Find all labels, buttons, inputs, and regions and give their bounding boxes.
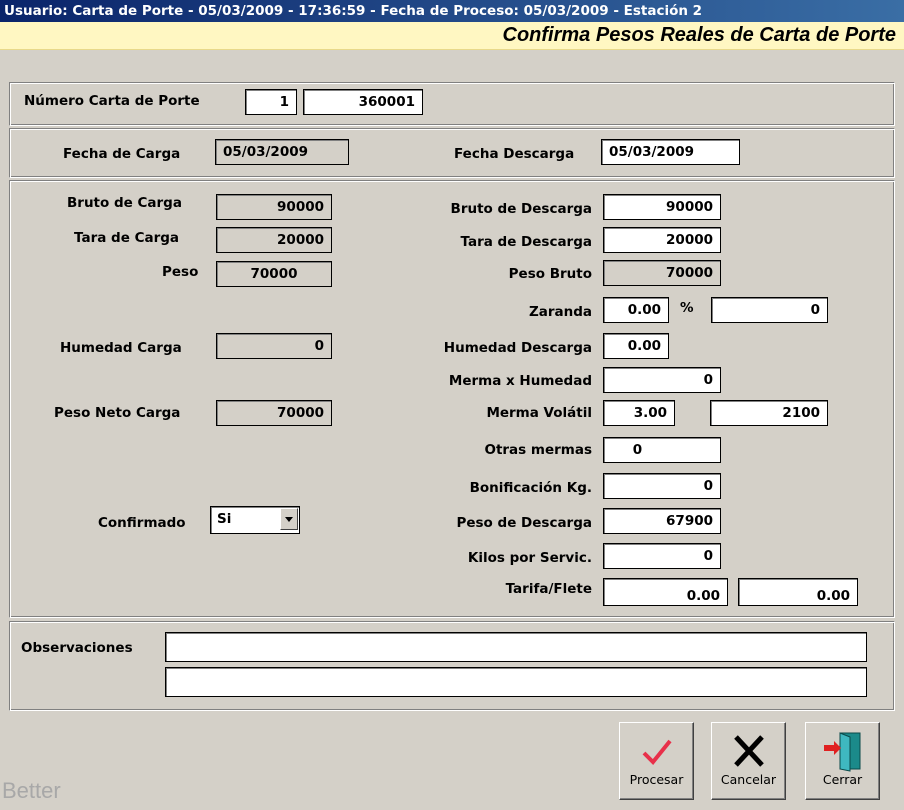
carta-prefix-field[interactable]: 1: [245, 89, 297, 115]
form-title: Confirma Pesos Reales de Carta de Porte: [502, 24, 896, 46]
fecha-descarga-label: Fecha Descarga: [454, 146, 575, 162]
procesar-button[interactable]: Procesar: [619, 722, 694, 800]
bruto-carga-field: 90000: [216, 194, 332, 220]
merma-volatil-kg-field[interactable]: 2100: [710, 400, 828, 426]
bonificacion-field[interactable]: 0: [603, 473, 721, 499]
humedad-descarga-label: Humedad Descarga: [443, 340, 592, 356]
peso-bruto-label: Peso Bruto: [508, 266, 592, 282]
check-icon: [642, 739, 672, 765]
exit-door-icon: [824, 732, 861, 772]
peso-neto-carga-label: Peso Neto Carga: [54, 405, 181, 421]
peso-carga-label: Peso: [162, 264, 199, 280]
observaciones-line2-input[interactable]: [165, 667, 867, 697]
humedad-descarga-field[interactable]: 0.00: [603, 333, 669, 359]
observaciones-label: Observaciones: [21, 640, 133, 656]
fecha-carga-field: 05/03/2009: [215, 139, 349, 165]
peso-carga-field: 70000: [216, 261, 332, 287]
zaranda-kg-field[interactable]: 0: [711, 297, 828, 323]
cerrar-button[interactable]: Cerrar: [805, 722, 880, 800]
peso-descarga-field[interactable]: 67900: [603, 508, 721, 534]
humedad-carga-field: 0: [216, 333, 332, 359]
bonificacion-label: Bonificación Kg.: [469, 480, 592, 496]
observaciones-line1-input[interactable]: [165, 632, 867, 662]
bruto-carga-label: Bruto de Carga: [67, 195, 182, 211]
kilos-servic-label: Kilos por Servic.: [467, 550, 592, 566]
confirmado-value: Si: [217, 511, 232, 527]
carta-label: Número Carta de Porte: [24, 93, 200, 109]
merma-humedad-field[interactable]: 0: [603, 367, 721, 393]
peso-descarga-label: Peso de Descarga: [456, 515, 592, 531]
window-title-bar: Usuario: Carta de Porte - 05/03/2009 - 1…: [0, 0, 904, 22]
procesar-label: Procesar: [629, 772, 684, 787]
tara-carga-label: Tara de Carga: [74, 230, 180, 246]
cerrar-label: Cerrar: [822, 772, 863, 787]
otras-mermas-field[interactable]: 0: [603, 437, 721, 463]
watermark-text: Better: [2, 778, 61, 803]
merma-volatil-label: Merma Volátil: [486, 405, 592, 421]
cancelar-label: Cancelar: [720, 772, 777, 787]
fecha-carga-label: Fecha de Carga: [63, 146, 181, 162]
kilos-servic-field[interactable]: 0: [603, 543, 721, 569]
merma-volatil-pct-field[interactable]: 3.00: [603, 400, 675, 426]
peso-neto-carga-field: 70000: [216, 400, 332, 426]
flete-field[interactable]: 0.00: [738, 578, 858, 606]
otras-mermas-label: Otras mermas: [484, 442, 592, 458]
humedad-carga-label: Humedad Carga: [60, 340, 182, 356]
bruto-descarga-field[interactable]: 90000: [603, 194, 721, 220]
zaranda-pct-symbol: %: [680, 300, 694, 316]
form-header: Confirma Pesos Reales de Carta de Porte: [0, 22, 904, 50]
tara-descarga-field[interactable]: 20000: [603, 227, 721, 253]
tarifa-flete-label: Tarifa/Flete: [505, 581, 592, 597]
fecha-descarga-field[interactable]: 05/03/2009: [601, 139, 740, 165]
tara-descarga-label: Tara de Descarga: [460, 234, 592, 250]
bruto-descarga-label: Bruto de Descarga: [450, 201, 592, 217]
carta-numero-field[interactable]: 360001: [303, 89, 423, 115]
zaranda-pct-field[interactable]: 0.00: [603, 297, 669, 323]
confirmado-select[interactable]: Si: [210, 506, 300, 534]
close-icon: [734, 735, 764, 767]
tara-carga-field: 20000: [216, 227, 332, 253]
merma-humedad-label: Merma x Humedad: [448, 373, 592, 389]
confirmado-label: Confirmado: [98, 515, 186, 531]
chevron-down-icon[interactable]: [280, 508, 298, 530]
tarifa-field[interactable]: 0.00: [603, 578, 728, 606]
cancelar-button[interactable]: Cancelar: [711, 722, 786, 800]
zaranda-label: Zaranda: [528, 304, 592, 320]
peso-bruto-field: 70000: [603, 260, 721, 286]
